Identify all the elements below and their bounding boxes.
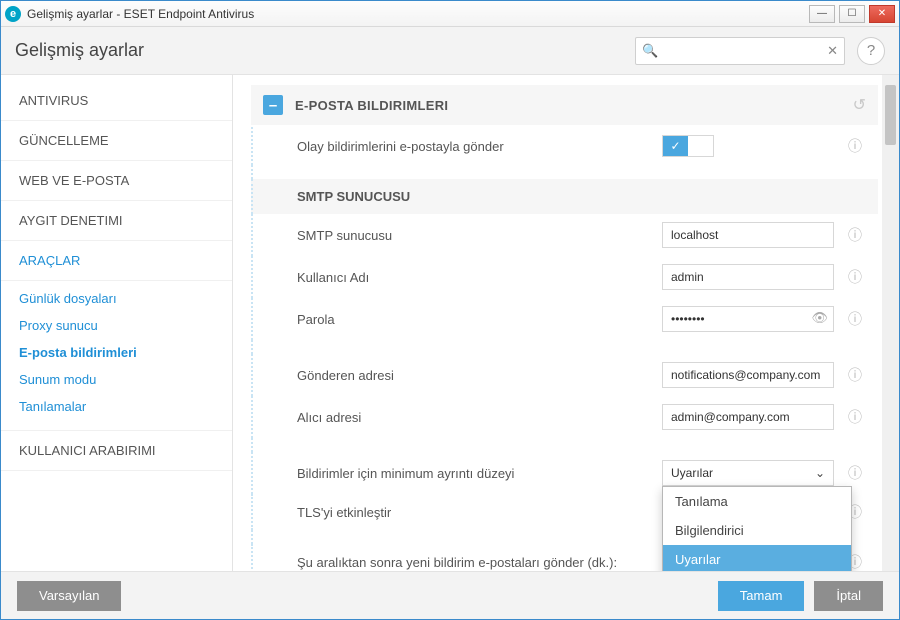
to-address-label: Alıcı adresi [297, 410, 662, 425]
window-controls: — ☐ ✕ [809, 5, 895, 23]
cancel-button[interactable]: İptal [814, 581, 883, 611]
info-icon[interactable]: ⓘ [844, 365, 866, 385]
info-icon[interactable]: ⓘ [844, 225, 866, 245]
row-username: Kullanıcı Adı ⓘ [251, 256, 878, 298]
minimize-button[interactable]: — [809, 5, 835, 23]
from-address-label: Gönderen adresi [297, 368, 662, 383]
sidebar: ANTIVIRUS GÜNCELLEME WEB VE E-POSTA AYGI… [1, 75, 233, 571]
reveal-password-icon[interactable]: 👁 [811, 310, 828, 326]
sidebar-sub-presentation[interactable]: Sunum modu [1, 366, 232, 393]
scrollbar-thumb[interactable] [885, 85, 896, 145]
row-password: Parola 👁 ⓘ [251, 298, 878, 340]
smtp-subheader: SMTP SUNUCUSU [251, 179, 878, 214]
sidebar-item-web-email[interactable]: WEB VE E-POSTA [1, 161, 232, 201]
verbosity-dropdown[interactable]: Uyarılar ⌄ Tanılama Bilgilendirici Uyarı… [662, 460, 834, 486]
row-to-address: Alıcı adresi ⓘ [251, 396, 878, 438]
send-notifications-toggle[interactable]: ✓ [662, 135, 714, 157]
sidebar-sub-logfiles[interactable]: Günlük dosyaları [1, 285, 232, 312]
verbosity-option-informative[interactable]: Bilgilendirici [663, 516, 851, 545]
ok-button[interactable]: Tamam [718, 581, 805, 611]
username-input[interactable] [662, 264, 834, 290]
verbosity-dropdown-list: Tanılama Bilgilendirici Uyarılar Hatalar… [662, 486, 852, 571]
verbosity-option-warnings[interactable]: Uyarılar [663, 545, 851, 571]
section-header-email: – E-POSTA BILDIRIMLERI ↺ [251, 85, 878, 125]
username-label: Kullanıcı Adı [297, 270, 662, 285]
window-title: Gelişmiş ayarlar - ESET Endpoint Antivir… [27, 7, 809, 21]
vertical-scrollbar[interactable] [882, 75, 899, 571]
sidebar-sub-diagnostics[interactable]: Tanılamalar [1, 393, 232, 420]
info-icon[interactable]: ⓘ [844, 309, 866, 329]
footer: Varsayılan Tamam İptal [1, 571, 899, 619]
sidebar-item-antivirus[interactable]: ANTIVIRUS [1, 81, 232, 121]
sidebar-item-tools[interactable]: ARAÇLAR [1, 241, 232, 281]
chevron-down-icon: ⌄ [815, 466, 825, 480]
spacer [251, 165, 878, 179]
collapse-toggle-icon[interactable]: – [263, 95, 283, 115]
send-notifications-label: Olay bildirimlerini e-postayla gönder [297, 139, 662, 154]
content-wrap: – E-POSTA BILDIRIMLERI ↺ Olay bildirimle… [233, 75, 899, 571]
to-address-input[interactable] [662, 404, 834, 430]
search-input[interactable] [662, 44, 827, 58]
row-verbosity: Bildirimler için minimum ayrıntı düzeyi … [251, 452, 878, 494]
titlebar: e Gelişmiş ayarlar - ESET Endpoint Antiv… [1, 1, 899, 27]
page-header: Gelişmiş ayarlar 🔍 ✕ ? [1, 27, 899, 75]
smtp-server-input[interactable] [662, 222, 834, 248]
revert-icon[interactable]: ↺ [853, 95, 866, 115]
content-pane: – E-POSTA BILDIRIMLERI ↺ Olay bildirimle… [233, 75, 882, 571]
smtp-server-label: SMTP sunucusu [297, 228, 662, 243]
row-send-notifications: Olay bildirimlerini e-postayla gönder ✓ … [251, 127, 878, 165]
sidebar-sub-proxy[interactable]: Proxy sunucu [1, 312, 232, 339]
info-icon[interactable]: ⓘ [844, 407, 866, 427]
verbosity-option-diagnostic[interactable]: Tanılama [663, 487, 851, 516]
search-box[interactable]: 🔍 ✕ [635, 37, 845, 65]
tls-label: TLS'yi etkinleştir [297, 505, 662, 520]
spacer [251, 340, 878, 354]
spacer [251, 438, 878, 452]
check-icon: ✓ [663, 136, 688, 156]
verbosity-selected: Uyarılar [671, 466, 713, 480]
clear-search-icon[interactable]: ✕ [827, 43, 838, 59]
info-icon[interactable]: ⓘ [844, 463, 866, 483]
sidebar-subgroup-tools: Günlük dosyaları Proxy sunucu E-posta bi… [1, 281, 232, 431]
app-window: e Gelişmiş ayarlar - ESET Endpoint Antiv… [0, 0, 900, 620]
app-logo-icon: e [5, 6, 21, 22]
row-smtp-server: SMTP sunucusu ⓘ [251, 214, 878, 256]
close-button[interactable]: ✕ [869, 5, 895, 23]
section-title: E-POSTA BILDIRIMLERI [295, 98, 853, 113]
sidebar-item-update[interactable]: GÜNCELLEME [1, 121, 232, 161]
password-label: Parola [297, 312, 662, 327]
page-title: Gelişmiş ayarlar [15, 40, 623, 61]
sidebar-item-ui[interactable]: KULLANICI ARABIRIMI [1, 431, 232, 471]
help-button[interactable]: ? [857, 37, 885, 65]
interval-label: Şu aralıktan sonra yeni bildirim e-posta… [297, 555, 662, 570]
sidebar-sub-email-notifications[interactable]: E-posta bildirimleri [1, 339, 232, 366]
sidebar-item-device-control[interactable]: AYGIT DENETIMI [1, 201, 232, 241]
maximize-button[interactable]: ☐ [839, 5, 865, 23]
row-from-address: Gönderen adresi ⓘ [251, 354, 878, 396]
search-icon: 🔍 [642, 43, 658, 59]
info-icon[interactable]: ⓘ [844, 136, 866, 156]
defaults-button[interactable]: Varsayılan [17, 581, 121, 611]
verbosity-label: Bildirimler için minimum ayrıntı düzeyi [297, 466, 662, 481]
password-input[interactable] [662, 306, 834, 332]
info-icon[interactable]: ⓘ [844, 267, 866, 287]
from-address-input[interactable] [662, 362, 834, 388]
body: ANTIVIRUS GÜNCELLEME WEB VE E-POSTA AYGI… [1, 75, 899, 571]
